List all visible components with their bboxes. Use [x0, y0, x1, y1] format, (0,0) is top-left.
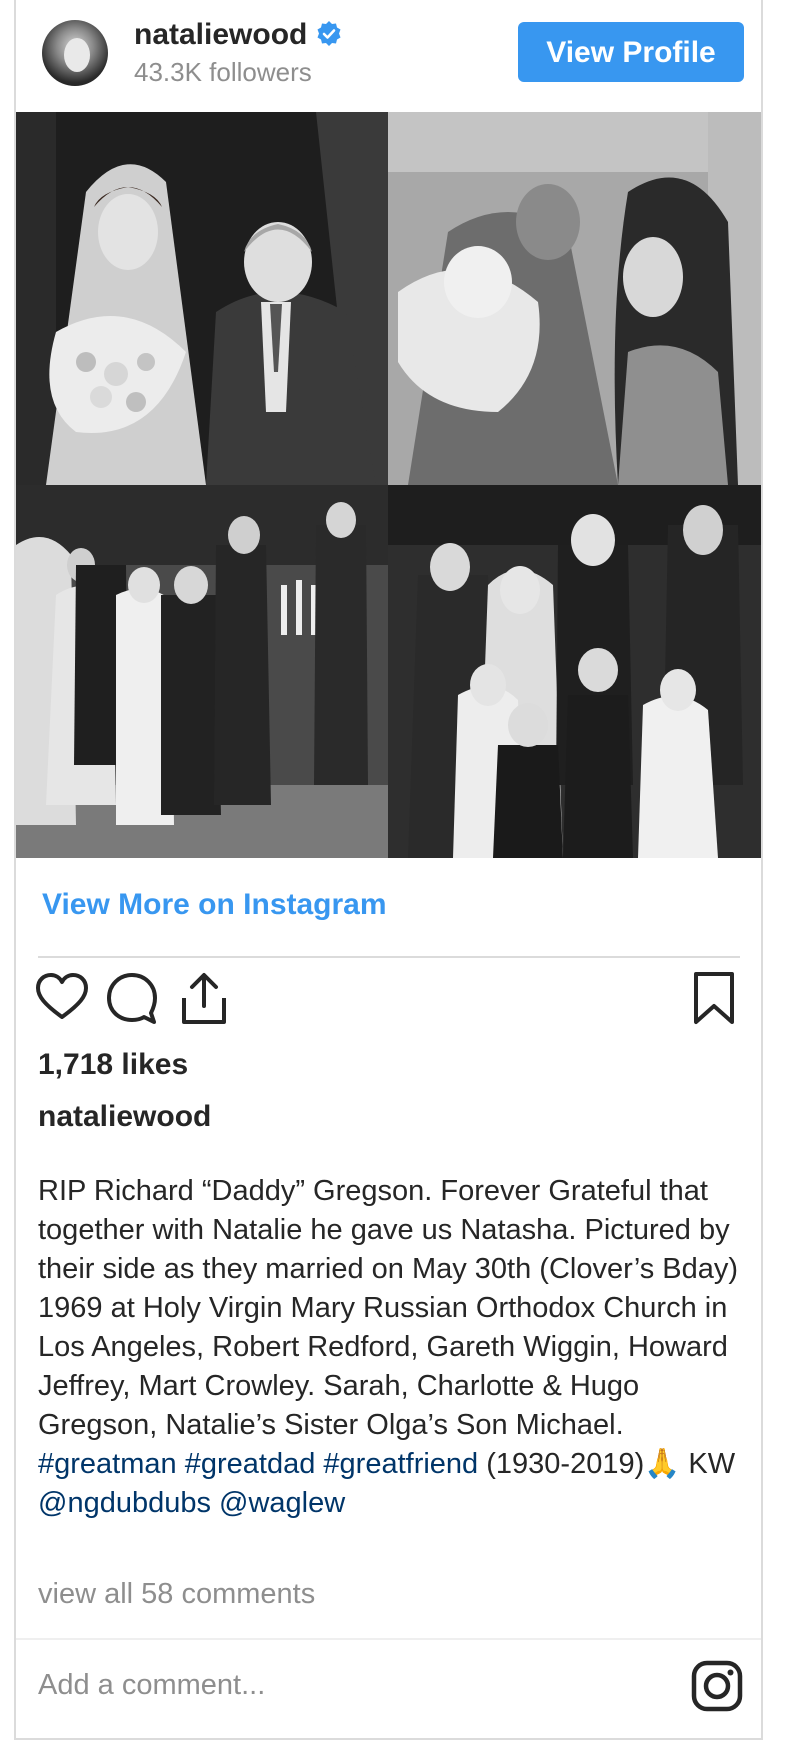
add-comment-input[interactable]	[38, 1660, 638, 1710]
hashtag-link[interactable]: #greatdad	[185, 1448, 316, 1480]
header-username[interactable]: nataliewood	[134, 18, 343, 52]
avatar-face	[64, 38, 90, 72]
hashtag-link[interactable]: #greatman	[38, 1448, 177, 1480]
footer-divider	[16, 1638, 761, 1640]
praying-hands-emoji: 🙏	[644, 1448, 681, 1480]
caption-username[interactable]: nataliewood	[38, 1100, 211, 1134]
instagram-embed-card: nataliewood 43.3K followers View Profile	[14, 0, 763, 1740]
photo-wedding-party-church	[16, 485, 388, 858]
view-profile-button[interactable]: View Profile	[518, 22, 744, 82]
photo-family-with-baby	[388, 112, 761, 485]
instagram-icon[interactable]	[691, 1660, 743, 1712]
bookmark-icon[interactable]	[686, 970, 742, 1026]
post-header: nataliewood 43.3K followers View Profile	[16, 0, 761, 110]
heart-icon[interactable]	[34, 970, 90, 1026]
share-icon[interactable]	[176, 970, 232, 1026]
view-more-on-instagram-link[interactable]: View More on Instagram	[42, 888, 387, 922]
caption-text: RIP Richard “Daddy” Gregson. Forever Gra…	[38, 1172, 750, 1523]
likes-count[interactable]: 1,718 likes	[38, 1048, 188, 1082]
caption-body: RIP Richard “Daddy” Gregson. Forever Gra…	[38, 1175, 739, 1441]
photo-collage[interactable]	[16, 112, 761, 858]
action-bar	[16, 970, 761, 1032]
mention-link[interactable]: @waglew	[219, 1487, 345, 1519]
avatar[interactable]	[42, 20, 108, 86]
photo-wedding-group-children	[388, 485, 761, 858]
mention-link[interactable]: @ngdubdubs	[38, 1487, 211, 1519]
follower-count: 43.3K followers	[134, 57, 312, 87]
divider	[38, 956, 740, 958]
caption-years: (1930-2019)	[478, 1448, 645, 1480]
photo-bride-and-groom	[16, 112, 388, 485]
hashtag-link[interactable]: #greatfriend	[323, 1448, 478, 1480]
view-all-comments-link[interactable]: view all 58 comments	[38, 1578, 315, 1611]
verified-badge-icon	[317, 21, 341, 46]
comment-icon[interactable]	[104, 970, 160, 1026]
username-text[interactable]: nataliewood	[134, 18, 307, 51]
caption-kw: KW	[680, 1448, 736, 1480]
